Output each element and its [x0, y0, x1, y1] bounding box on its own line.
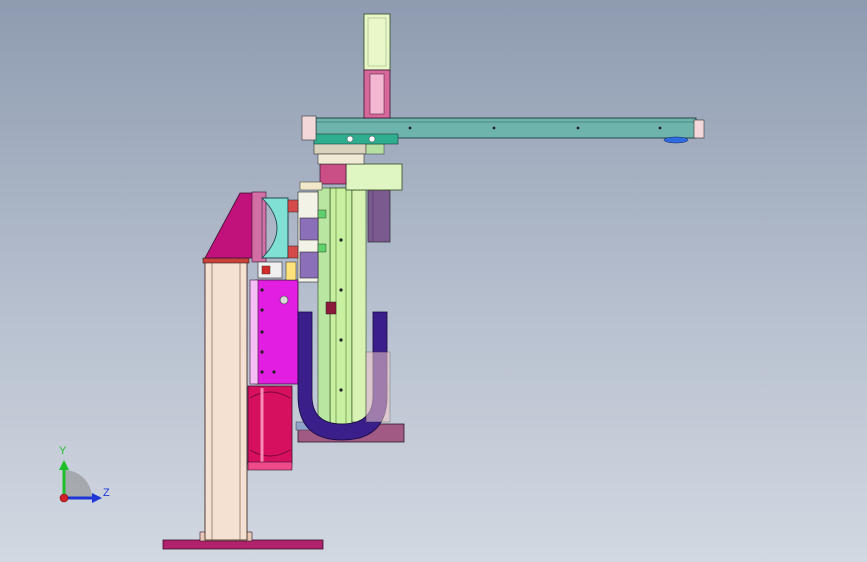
x-axis-dot	[59, 493, 69, 503]
arm-end-cap-left	[301, 115, 317, 141]
column	[204, 261, 248, 541]
arm-end-pad	[663, 136, 689, 144]
y-axis-label: Y	[59, 445, 67, 457]
vertical-motor	[367, 189, 391, 243]
cad-viewport[interactable]: Y Z	[0, 0, 867, 562]
coupling-hub	[319, 163, 347, 185]
coordinate-triad: Y Z	[59, 445, 110, 503]
gearbox	[345, 163, 403, 191]
purple-block-lower	[299, 251, 319, 279]
clamp-block	[251, 191, 267, 263]
assembly-drawing: Y Z	[59, 13, 705, 550]
base-plate	[162, 539, 324, 550]
gusset-plate	[204, 192, 257, 259]
triad-quadrant	[64, 470, 92, 498]
arm-carriage	[313, 133, 399, 145]
column-cap	[202, 257, 250, 264]
arm-end-cap-right	[693, 119, 705, 139]
z-axis-label: Z	[103, 487, 110, 499]
purple-block-upper	[299, 217, 319, 241]
